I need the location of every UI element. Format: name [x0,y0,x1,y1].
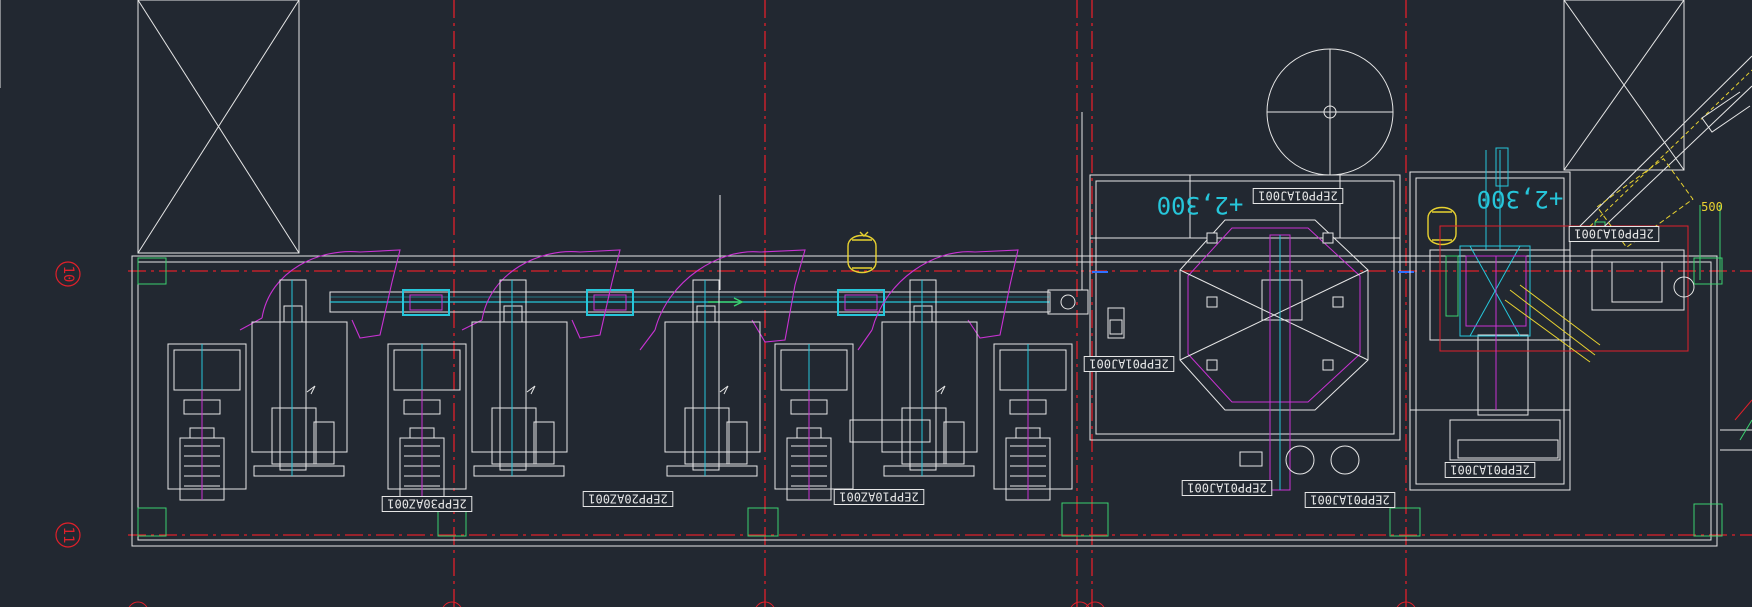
cad-drawing-canvas[interactable]: 10 11 +2,300 +2,300 500 2EPP01AJ0012EPP0… [0,0,1752,607]
canvas-background [0,0,1752,607]
equipment-tag: 2EPP30AZ001 [381,496,473,512]
dimension-label: 500 [1701,200,1723,214]
equipment-tag: 2EPP01AJ001 [1304,492,1396,508]
equipment-tag: 2EPP01AJ001 [1083,356,1175,372]
equipment-tag-label: 2EPP01AJ001 [1574,227,1653,241]
equipment-tag: 2EPP01AJ001 [1181,480,1273,496]
equipment-tag-label: 2EPP20AZ001 [588,492,667,506]
equipment-tag: 2EPP01AJ001 [1568,226,1660,242]
equipment-tag-label: 2EPP01AJ001 [1450,463,1529,477]
equipment-tag: 2EPP20AZ001 [582,491,674,507]
grid-bubble-label: 11 [60,527,76,544]
elevation-label-left: +2,300 [1157,191,1244,219]
equipment-tag: 2EPP01AJ001 [1252,188,1344,204]
equipment-tag-label: 2EPP30AZ001 [387,497,466,511]
equipment-tag-label: 2EPP01AJ001 [1187,481,1266,495]
equipment-tag-label: 2EPP01AJ001 [1310,493,1389,507]
equipment-tag-label: 2EPP01AJ001 [1089,357,1168,371]
grid-bubble-label: 10 [60,266,76,283]
equipment-tag: 2EPP10AZ001 [833,489,925,505]
equipment-tag-label: 2EPP01AJ001 [1258,189,1337,203]
elevation-text: +2,300 [1157,191,1244,219]
equipment-tag-label: 2EPP10AZ001 [839,490,918,504]
elevation-label-right: +2,300 [1477,185,1564,213]
elevation-text: +2,300 [1477,185,1564,213]
equipment-tag: 2EPP01AJ001 [1444,462,1536,478]
